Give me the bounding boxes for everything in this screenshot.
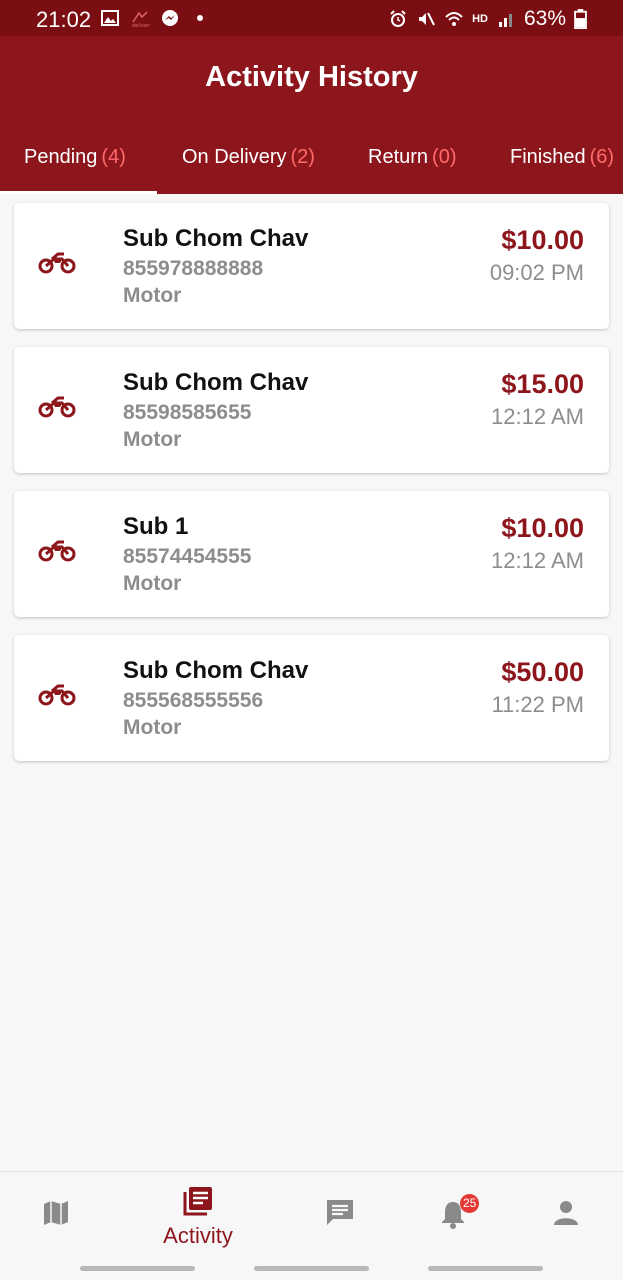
battery-percent: 63% [523, 7, 566, 30]
svg-text:delivery: delivery [132, 23, 150, 28]
customer-phone: 855568555556 [123, 689, 264, 712]
tab-count: (0) [432, 146, 457, 168]
customer-name: Sub Chom Chav [123, 657, 309, 684]
tab-count: (6) [589, 146, 615, 168]
order-price: $10.00 [501, 513, 584, 543]
gesture-bar [0, 1258, 623, 1280]
motorcycle-icon [38, 540, 76, 562]
customer-phone: 85598585655 [123, 401, 252, 424]
motorcycle-icon [38, 684, 76, 706]
gesture-handle-right[interactable] [428, 1266, 543, 1271]
alarm-icon [390, 10, 406, 27]
order-card[interactable]: Sub 1 85574454555 Motor $10.00 12:12 AM [14, 491, 609, 617]
customer-phone: 85574454555 [123, 545, 252, 568]
order-time: 12:12 AM [491, 548, 584, 573]
dot-icon [197, 15, 203, 21]
motorcycle-icon [38, 396, 76, 418]
mute-icon [419, 12, 435, 26]
bottom-nav: Activity 25 [0, 1171, 623, 1258]
nav-profile[interactable] [504, 1172, 623, 1259]
image-icon [101, 10, 119, 26]
tab-label: Finished [510, 146, 586, 168]
order-time: 12:12 AM [491, 404, 584, 429]
nav-label-activity: Activity [163, 1223, 233, 1248]
signal-icon [498, 14, 512, 27]
profile-icon [554, 1201, 578, 1225]
customer-phone: 855978888888 [123, 257, 264, 280]
vehicle-type: Motor [123, 284, 182, 307]
activity-icon [183, 1187, 212, 1216]
vehicle-type: Motor [123, 572, 182, 595]
tab-pending[interactable]: Pending (4) [24, 146, 126, 169]
tab-label: Return [368, 146, 429, 168]
tab-on-delivery[interactable]: On Delivery (2) [182, 146, 315, 169]
order-time: 11:22 PM [491, 692, 584, 717]
tab-count: (2) [290, 146, 315, 168]
tab-finished[interactable]: Finished (6) [510, 146, 614, 169]
chat-icon [327, 1200, 353, 1225]
app-bar: Activity History Pending (4) On Delivery(… [0, 36, 623, 194]
tab-label: On Delivery [182, 146, 287, 168]
notification-badge: 25 [460, 1194, 480, 1213]
hd-icon: HD [472, 13, 488, 25]
gesture-handle-left[interactable] [80, 1266, 195, 1271]
tab-bar: Pending (4) On Delivery (2) Return (0) Fini… [0, 138, 623, 194]
customer-name: Sub Chom Chav [123, 369, 309, 396]
battery-icon [574, 9, 587, 29]
customer-name: Sub Chom Chav [123, 225, 309, 252]
status-time: 21:02 [36, 7, 92, 32]
nav-notifications[interactable]: 25 [391, 1172, 515, 1259]
messenger-icon [162, 10, 178, 26]
nav-map[interactable] [0, 1172, 118, 1259]
order-card[interactable]: Sub Chom Chav 85598585655 Motor $15.00 1… [14, 347, 609, 473]
app-logo-icon: delivery [132, 11, 150, 28]
nav-activity[interactable]: Activity [136, 1172, 260, 1259]
order-list: Sub Chom Chav 855978888888 Motor $10.00 … [14, 203, 609, 779]
gesture-handle-center[interactable] [254, 1266, 369, 1271]
tab-count: (4) [101, 146, 126, 168]
order-price: $15.00 [501, 369, 584, 399]
order-price: $10.00 [501, 225, 584, 255]
nav-chat[interactable] [278, 1172, 402, 1259]
customer-name: Sub 1 [123, 513, 189, 540]
vehicle-type: Motor [123, 716, 182, 739]
status-bar: 21:02 delivery HD 63% [0, 0, 623, 36]
page-title: Activity History [205, 61, 418, 93]
wifi-icon [445, 12, 463, 26]
tab-label: Pending [24, 146, 98, 168]
vehicle-type: Motor [123, 428, 182, 451]
motorcycle-icon [38, 252, 76, 274]
order-price: $50.00 [501, 657, 584, 687]
order-card[interactable]: Sub Chom Chav 855568555556 Motor $50.00 … [14, 635, 609, 761]
tab-return[interactable]: Return (0) [368, 146, 456, 169]
order-time: 09:02 PM [489, 260, 584, 285]
map-icon [44, 1201, 68, 1225]
tab-indicator [0, 191, 157, 194]
order-card[interactable]: Sub Chom Chav 855978888888 Motor $10.00 … [14, 203, 609, 329]
